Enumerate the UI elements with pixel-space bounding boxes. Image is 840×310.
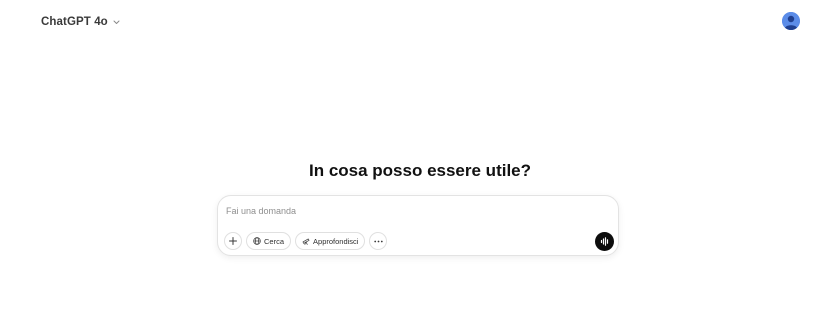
deep-research-button-label: Approfondisci: [313, 236, 359, 246]
more-horizontal-icon: [374, 240, 383, 243]
attach-button[interactable]: [224, 232, 242, 250]
plus-icon: [229, 237, 237, 245]
chevron-down-icon: [113, 20, 120, 25]
search-button[interactable]: Cerca: [246, 232, 292, 250]
chat-page: ChatGPT 4o In cosa posso essere utile? F…: [0, 0, 840, 310]
telescope-icon: [302, 237, 310, 245]
voice-waveform-icon: [600, 237, 610, 246]
user-avatar-icon[interactable]: [782, 12, 800, 30]
deep-research-button[interactable]: Approfondisci: [295, 232, 366, 250]
page-title: In cosa posso essere utile?: [308, 161, 532, 180]
search-button-label: Cerca: [264, 236, 285, 246]
model-name: ChatGPT 4o: [41, 16, 108, 28]
composer-toolbar: Cerca Approfondisci: [224, 232, 388, 250]
voice-mode-button[interactable]: [595, 232, 614, 251]
prompt-composer: Cerca Approfondisci: [217, 195, 619, 256]
model-switcher[interactable]: ChatGPT 4o: [34, 10, 127, 34]
prompt-input[interactable]: [226, 202, 596, 220]
more-tools-button[interactable]: [369, 232, 388, 250]
globe-icon: [253, 237, 261, 245]
